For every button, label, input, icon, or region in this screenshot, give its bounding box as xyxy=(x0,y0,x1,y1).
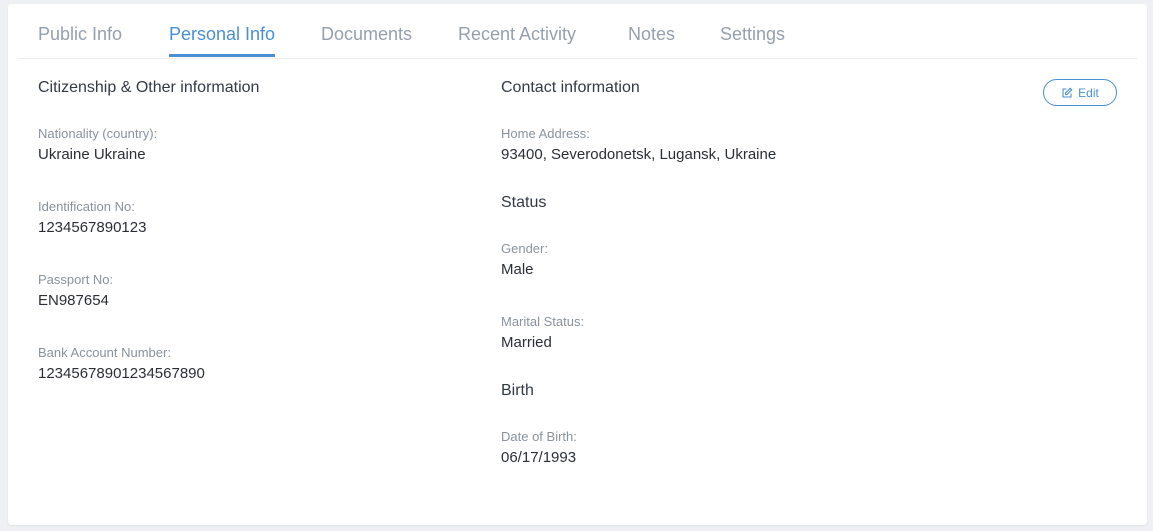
tab-settings[interactable]: Settings xyxy=(720,24,785,57)
tab-documents[interactable]: Documents xyxy=(321,24,412,57)
gender-label: Gender: xyxy=(501,241,548,256)
identification-label: Identification No: xyxy=(38,199,135,214)
home-address-value: 93400, Severodonetsk, Lugansk, Ukraine xyxy=(501,146,777,163)
date-of-birth-value: 06/17/1993 xyxy=(501,449,577,466)
identification-value: 1234567890123 xyxy=(38,219,147,236)
home-address-label: Home Address: xyxy=(501,126,590,141)
contact-section-title: Contact information xyxy=(501,79,640,96)
tab-personal-info[interactable]: Personal Info xyxy=(169,24,276,57)
edit-button-label: Edit xyxy=(1078,85,1099,100)
tab-bar: Public Info Personal Info Documents Rece… xyxy=(18,4,1137,59)
gender-value: Male xyxy=(501,261,534,278)
passport-value: EN987654 xyxy=(38,292,109,309)
birth-section-title: Birth xyxy=(501,382,534,399)
bank-account-label: Bank Account Number: xyxy=(38,345,171,360)
edit-icon xyxy=(1061,87,1073,99)
bank-account-value: 12345678901234567890 xyxy=(38,365,205,382)
passport-label: Passport No: xyxy=(38,272,114,287)
status-section-title: Status xyxy=(501,194,547,211)
edit-button[interactable]: Edit xyxy=(1043,79,1117,106)
profile-card: Public Info Personal Info Documents Rece… xyxy=(8,4,1147,525)
tab-recent-activity[interactable]: Recent Activity xyxy=(458,24,576,57)
tab-notes[interactable]: Notes xyxy=(628,24,675,57)
nationality-label: Nationality (country): xyxy=(38,126,158,141)
nationality-value: Ukraine Ukraine xyxy=(38,146,146,163)
marital-status-value: Married xyxy=(501,334,552,351)
marital-status-label: Marital Status: xyxy=(501,314,585,329)
tab-public-info[interactable]: Public Info xyxy=(38,24,122,57)
date-of-birth-label: Date of Birth: xyxy=(501,429,577,444)
citizenship-section-title: Citizenship & Other information xyxy=(38,79,260,96)
